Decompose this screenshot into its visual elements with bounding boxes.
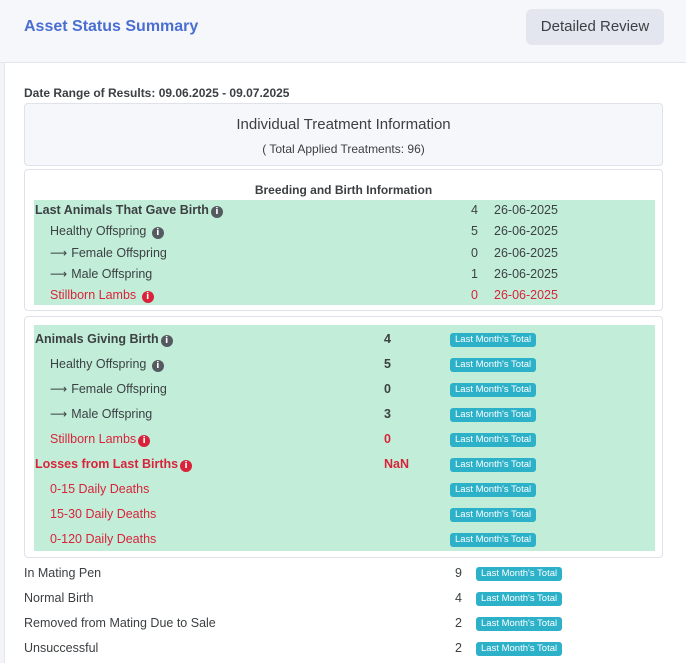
row-label: In Mating Pen bbox=[24, 566, 102, 580]
row-count: 5 bbox=[384, 357, 391, 371]
date-range: Date Range of Results: 09.06.2025 - 09.0… bbox=[24, 86, 290, 100]
table-row: ⟶ Female Offspring 0 26-06-2025 bbox=[34, 243, 655, 264]
last-month-badge[interactable]: Last Month's Total bbox=[450, 458, 537, 472]
row-label: ⟶ Male Offspring bbox=[50, 407, 153, 421]
info-icon[interactable]: i bbox=[151, 227, 164, 239]
row-count: 2 bbox=[455, 616, 462, 630]
table-row: 15-30 Daily Deaths Last Month's Total bbox=[34, 504, 655, 525]
detailed-review-button[interactable]: Detailed Review bbox=[526, 9, 664, 45]
row-label: Last Animals That Gave Birth i bbox=[35, 203, 223, 218]
row-label: Unsuccessful bbox=[24, 641, 99, 655]
row-count: 5 bbox=[471, 224, 478, 238]
row-date: 26-06-2025 bbox=[494, 288, 558, 302]
arrow-right-icon: ⟶ bbox=[50, 246, 68, 260]
last-month-badge[interactable]: Last Month's Total bbox=[476, 592, 563, 606]
row-count: 2 bbox=[455, 641, 462, 655]
monthly-table: Animals Giving Birth i 4 Last Month's Tot… bbox=[34, 325, 655, 551]
row-label: Animals Giving Birth i bbox=[35, 332, 173, 347]
row-count: 9 bbox=[455, 566, 462, 580]
info-icon[interactable]: i bbox=[180, 460, 193, 472]
row-count: 4 bbox=[455, 591, 462, 605]
row-date: 26-06-2025 bbox=[494, 246, 558, 260]
arrow-right-icon: ⟶ bbox=[50, 267, 68, 281]
row-count: 3 bbox=[384, 407, 391, 421]
row-count: 0 bbox=[471, 246, 478, 260]
row-label: Healthy Offspring i bbox=[50, 357, 164, 372]
last-month-badge[interactable]: Last Month's Total bbox=[450, 383, 537, 397]
row-label: ⟶ Female Offspring bbox=[50, 382, 167, 396]
table-row: Healthy Offspring i 5 26-06-2025 bbox=[34, 221, 655, 242]
row-label: Stillborn Lambs i bbox=[50, 432, 151, 447]
row-count: 4 bbox=[471, 203, 478, 217]
table-row: ⟶ Male Offspring 1 26-06-2025 bbox=[34, 264, 655, 285]
last-month-badge[interactable]: Last Month's Total bbox=[476, 617, 563, 631]
row-date: 26-06-2025 bbox=[494, 224, 558, 238]
table-row: ⟶ Male Offspring 3 Last Month's Total bbox=[34, 404, 655, 425]
row-date: 26-06-2025 bbox=[494, 203, 558, 217]
row-count: 4 bbox=[384, 332, 391, 346]
last-month-badge[interactable]: Last Month's Total bbox=[450, 508, 537, 522]
table-row: ⟶ Female Offspring 0 Last Month's Total bbox=[34, 379, 655, 400]
row-label: 15-30 Daily Deaths bbox=[50, 507, 157, 521]
table-row: Losses from Last Births i NaN Last Month'… bbox=[34, 454, 655, 475]
monthly-card: Animals Giving Birth i 4 Last Month's Tot… bbox=[24, 316, 663, 558]
info-icon[interactable]: i bbox=[160, 335, 173, 347]
info-icon[interactable]: i bbox=[151, 360, 164, 372]
row-date: 26-06-2025 bbox=[494, 267, 558, 281]
row-label: Normal Birth bbox=[24, 591, 94, 605]
last-month-badge[interactable]: Last Month's Total bbox=[450, 533, 537, 547]
row-count: 0 bbox=[384, 432, 391, 446]
list-item: Normal Birth 4 Last Month's Total bbox=[0, 587, 686, 609]
row-label: 0-120 Daily Deaths bbox=[50, 532, 157, 546]
list-item: In Mating Pen 9 Last Month's Total bbox=[0, 562, 686, 584]
page-title: Asset Status Summary bbox=[24, 18, 199, 35]
row-label: Removed from Mating Due to Sale bbox=[24, 616, 216, 630]
page-header: Asset Status Summary Detailed Review bbox=[0, 0, 686, 63]
info-icon[interactable]: i bbox=[210, 206, 223, 218]
table-row: Last Animals That Gave Birth i 4 26-06-20… bbox=[34, 200, 655, 221]
table-row: Healthy Offspring i 5 Last Month's Total bbox=[34, 354, 655, 375]
row-count: 0 bbox=[471, 288, 478, 302]
arrow-right-icon: ⟶ bbox=[50, 407, 68, 421]
table-row: Animals Giving Birth i 4 Last Month's Tot… bbox=[34, 329, 655, 350]
table-row: 0-15 Daily Deaths Last Month's Total bbox=[34, 479, 655, 500]
last-month-badge[interactable]: Last Month's Total bbox=[450, 433, 537, 447]
last-month-badge[interactable]: Last Month's Total bbox=[450, 483, 537, 497]
info-icon[interactable]: i bbox=[141, 291, 154, 303]
last-month-badge[interactable]: Last Month's Total bbox=[450, 333, 537, 347]
breeding-card: Breeding and Birth Information Last Anim… bbox=[24, 169, 663, 311]
table-row: 0-120 Daily Deaths Last Month's Total bbox=[34, 529, 655, 550]
row-label: Losses from Last Births i bbox=[35, 457, 193, 472]
treatment-total: ( Total Applied Treatments: 96) bbox=[262, 142, 425, 156]
last-month-badge[interactable]: Last Month's Total bbox=[476, 642, 563, 656]
breeding-table: Last Animals That Gave Birth i 4 26-06-20… bbox=[34, 200, 655, 305]
treatment-title: Individual Treatment Information bbox=[236, 116, 451, 133]
row-label: ⟶ Male Offspring bbox=[50, 267, 153, 281]
breeding-heading: Breeding and Birth Information bbox=[254, 183, 433, 197]
row-count: 0 bbox=[384, 382, 391, 396]
info-icon[interactable]: i bbox=[138, 435, 151, 447]
row-count: 1 bbox=[471, 267, 478, 281]
row-label: Healthy Offspring i bbox=[50, 224, 164, 239]
arrow-right-icon: ⟶ bbox=[50, 382, 68, 396]
last-month-badge[interactable]: Last Month's Total bbox=[450, 358, 537, 372]
row-label: ⟶ Female Offspring bbox=[50, 246, 167, 260]
table-row: Stillborn Lambs i 0 26-06-2025 bbox=[34, 285, 655, 306]
list-item: Unsuccessful 2 Last Month's Total bbox=[0, 637, 686, 659]
row-label: 0-15 Daily Deaths bbox=[50, 482, 150, 496]
table-row: Stillborn Lambs i 0 Last Month's Total bbox=[34, 429, 655, 450]
row-label: Stillborn Lambs i bbox=[50, 288, 154, 303]
list-item: Removed from Mating Due to Sale 2 Last M… bbox=[0, 612, 686, 634]
treatment-card: Individual Treatment Information ( Total… bbox=[24, 103, 663, 166]
last-month-badge[interactable]: Last Month's Total bbox=[476, 567, 563, 581]
last-month-badge[interactable]: Last Month's Total bbox=[450, 408, 537, 422]
row-count: NaN bbox=[384, 457, 410, 471]
